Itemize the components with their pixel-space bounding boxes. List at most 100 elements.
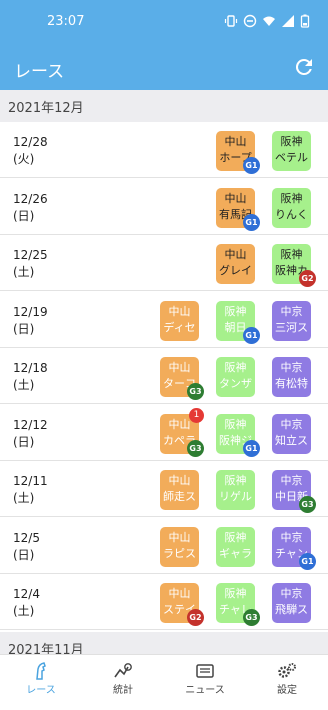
venue-label: 中山 [224, 135, 247, 148]
nav-item-races[interactable]: レース [0, 655, 82, 710]
date-label: 12/19 [13, 304, 48, 319]
grade-badge: G2 [299, 270, 316, 287]
date-label: 12/4 [13, 587, 40, 601]
race-date: 12/19 (日) [13, 304, 48, 338]
date-label: 12/11 [13, 474, 48, 488]
month-label: 2021年12月 [8, 101, 84, 116]
venue-label: 阪神 [224, 587, 247, 600]
nav-label: 統計 [113, 685, 133, 696]
nav-label: レース [26, 685, 56, 696]
race-chip[interactable]: 阪神 タンザ [216, 357, 255, 397]
race-name-label: 飛騨ス [275, 603, 308, 616]
wifi-icon [262, 13, 276, 27]
grade-badge: G1 [243, 213, 260, 231]
venue-label: 阪神 [224, 474, 247, 487]
race-chip[interactable]: 中山 グレイ [216, 244, 255, 284]
date-label: 12/25 [13, 248, 48, 262]
race-day-row: 12/11 (土) 中山 師走ス 阪神 リゲル 中京 中日新 G3 [0, 461, 328, 517]
race-name-label: タンザ [219, 377, 252, 390]
weekday-label: (土) [13, 265, 35, 279]
venue-label: 阪神 [224, 304, 247, 318]
race-chip[interactable]: 阪神 ベテル [272, 131, 311, 171]
nav-item-stats[interactable]: 統計 [82, 655, 164, 710]
race-chip[interactable]: 中山 師走ス [160, 470, 199, 510]
settings-icon [278, 663, 296, 678]
race-day-row: 12/4 (土) 中山 ステイ G2 阪神 チャレ G3 中京 飛騨ス [0, 574, 328, 630]
vibrate-icon [224, 13, 238, 27]
race-chip[interactable]: 中京 飛騨ス [272, 583, 311, 623]
race-day-row: 12/19 (日) 中山 ディセ 阪神 朝日 G1 中京 三河ス [0, 291, 328, 348]
venue-label: 阪神 [224, 417, 247, 431]
race-date: 12/5 (日) [13, 530, 40, 564]
horse-icon [36, 662, 46, 680]
grade-badge: G3 [187, 439, 204, 457]
weekday-label: (土) [13, 604, 35, 618]
grade-badge: G1 [243, 439, 260, 457]
nav-item-settings[interactable]: 設定 [246, 655, 328, 710]
race-name-label: りんく [275, 207, 308, 221]
venue-label: 阪神 [280, 248, 303, 261]
race-day-row: 12/25 (土) 中山 グレイ 阪神 阪神カ G2 [0, 235, 328, 291]
grade-badge: G1 [243, 157, 260, 174]
venue-label: 中京 [280, 474, 303, 487]
race-chip[interactable]: 阪神 ギャラ [216, 526, 255, 567]
date-label: 12/5 [13, 530, 40, 545]
venue-label: 阪神 [224, 361, 247, 374]
venue-label: 阪神 [280, 191, 303, 205]
grade-badge: G3 [187, 383, 204, 400]
refresh-icon [295, 58, 312, 75]
venue-label: 中京 [280, 530, 303, 544]
venue-label: 中京 [280, 361, 303, 374]
race-chip[interactable]: 中京 知立ス [272, 413, 311, 454]
race-name-label: ベテル [275, 151, 308, 164]
weekday-label: (土) [13, 378, 35, 392]
venue-label: 中山 [168, 530, 191, 544]
date-label: 12/28 [13, 135, 48, 149]
month-header: 2021年12月 [0, 90, 328, 122]
grade-badge: G3 [299, 496, 316, 513]
app-bar: レース [0, 44, 328, 90]
venue-label: 中山 [224, 248, 247, 261]
nav-item-news[interactable]: ニュース [164, 655, 246, 710]
weekday-label: (日) [13, 547, 35, 562]
venue-label: 中山 [168, 474, 191, 487]
race-name-label: リゲル [219, 490, 252, 503]
race-chip[interactable]: 中京 三河ス [272, 300, 311, 341]
do-not-disturb-icon [243, 13, 257, 28]
grade-badge: G1 [299, 552, 316, 570]
venue-label: 中京 [280, 304, 303, 318]
race-chip[interactable]: 阪神 りんく [272, 187, 311, 228]
grade-badge: G3 [243, 609, 260, 626]
race-name-label: 三河ス [275, 320, 308, 334]
refresh-button[interactable] [290, 53, 318, 81]
venue-label: 中山 [168, 361, 191, 374]
venue-label: 中京 [280, 587, 303, 600]
race-chip[interactable]: 阪神 リゲル [216, 470, 255, 510]
race-name-label: 知立ス [275, 433, 308, 447]
stats-icon [114, 663, 132, 678]
nav-label: ニュース [185, 685, 225, 696]
grade-badge: G1 [243, 326, 260, 344]
race-date: 12/4 (土) [13, 586, 40, 620]
race-name-label: ギャラ [219, 546, 252, 560]
date-label: 12/26 [13, 191, 48, 206]
grade-badge: G2 [187, 609, 204, 626]
race-day-row: 12/26 (日) 中山 有馬記 G1 阪神 りんく [0, 178, 328, 235]
date-label: 12/12 [13, 417, 48, 432]
race-day-row: 12/18 (土) 中山 ターコ G3 阪神 タンザ 中京 有松特 [0, 348, 328, 404]
venue-label: 阪神 [280, 135, 303, 148]
weekday-label: (土) [13, 491, 35, 505]
news-icon [196, 664, 214, 678]
race-name-label: ラピス [163, 546, 196, 560]
race-chip[interactable]: 中山 ラピス [160, 526, 199, 567]
race-chip[interactable]: 中京 有松特 [272, 357, 311, 397]
race-date: 12/11 (土) [13, 473, 48, 507]
race-name-label: 有松特 [275, 377, 308, 390]
status-icons [224, 13, 314, 28]
notification-badge: 1 [189, 407, 204, 423]
status-time: 23:07 [47, 14, 85, 29]
race-day-row: 12/28 (火) 中山 ホープ G1 阪神 ベテル [0, 122, 328, 178]
race-chip[interactable]: 中山 ディセ [160, 300, 199, 341]
race-date: 12/28 (火) [13, 134, 48, 168]
race-date: 12/26 (日) [13, 191, 48, 225]
